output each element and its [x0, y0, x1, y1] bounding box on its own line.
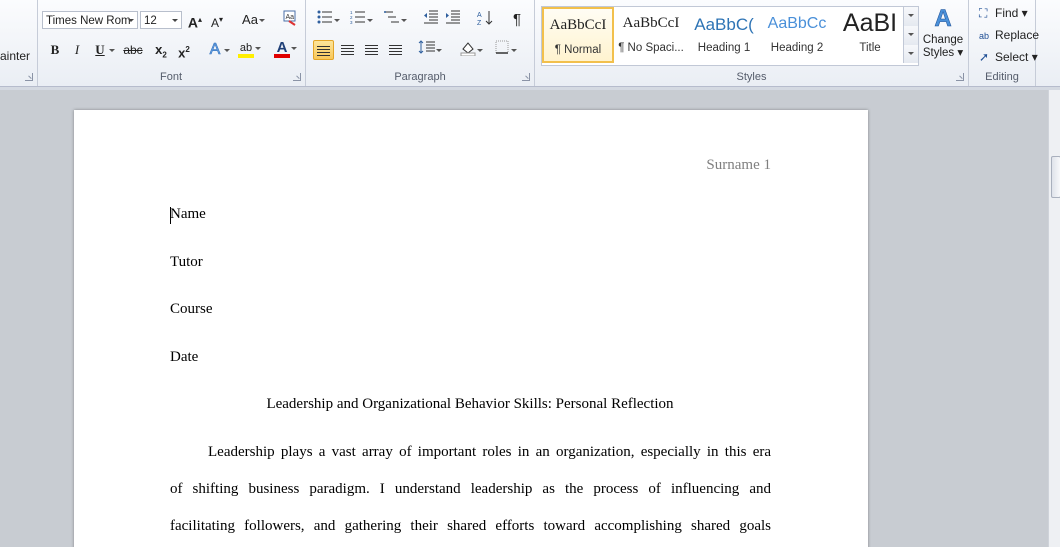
line-spacing-icon[interactable] [417, 40, 442, 60]
paragraph-group: 123 AZ ¶ Paragraph [306, 0, 535, 86]
bullets-icon[interactable] [315, 10, 340, 30]
paragraph-launcher-icon[interactable] [522, 73, 530, 81]
font-size-value: 12 [144, 15, 157, 27]
highlight-swatch [238, 54, 254, 58]
style-title-preview: AaBI [842, 9, 898, 37]
cursor-arrow-icon: ➚ [979, 50, 990, 64]
body-line-2[interactable]: of shifting business paradigm. I underst… [170, 481, 771, 498]
style-no-spacing[interactable]: AaBbCcI ¶ No Spaci... [615, 7, 687, 63]
style-normal[interactable]: AaBbCcI ¶ Normal [542, 7, 614, 63]
body-line-1[interactable]: Leadership plays a vast array of importa… [170, 444, 771, 461]
style-heading-2-preview: AaBbCc [767, 15, 827, 32]
font-launcher-icon[interactable] [293, 73, 301, 81]
change-styles-line1: Change [922, 34, 964, 46]
clear-formatting-icon[interactable]: Aa [280, 9, 300, 29]
style-normal-preview: AaBbCcI [549, 17, 607, 33]
font-name-value: Times New Rom [46, 15, 131, 27]
show-formatting-button[interactable]: ¶ [507, 10, 527, 30]
gallery-more[interactable] [903, 45, 918, 63]
body-line-3[interactable]: facilitating followers, and gathering th… [170, 518, 771, 535]
styles-gallery: AaBbCcI ¶ Normal AaBbCcI ¶ No Spaci... A… [541, 6, 919, 66]
align-center-icon [340, 45, 354, 57]
find-button[interactable]: ⛶ Find ▾ [979, 4, 1028, 22]
replace-button[interactable]: ab Replace [979, 26, 1039, 44]
page-header[interactable]: Surname 1 [706, 157, 771, 174]
font-color-swatch [274, 54, 290, 58]
align-right-button[interactable] [361, 40, 381, 60]
svg-text:Aa: Aa [286, 14, 295, 21]
style-heading-1[interactable]: AaBbC( Heading 1 [688, 7, 760, 63]
paragraph-group-label: Paragraph [394, 71, 446, 83]
justify-icon [388, 45, 402, 57]
sort-icon[interactable]: AZ [475, 10, 495, 30]
change-case-button[interactable]: Aa [240, 10, 265, 30]
document-workspace: Surname 1 Name Tutor Course Date Leaders… [0, 90, 1048, 547]
decrease-indent-icon[interactable] [421, 10, 441, 30]
justify-button[interactable] [385, 40, 405, 60]
align-center-button[interactable] [337, 40, 357, 60]
multilevel-list-icon[interactable] [382, 10, 407, 30]
vertical-scrollbar[interactable] [1048, 90, 1060, 547]
font-name-combo[interactable]: Times New Rom [42, 11, 138, 29]
clipboard-group: ainter [0, 0, 38, 86]
document-title[interactable]: Leadership and Organizational Behavior S… [170, 396, 770, 413]
font-group-label: Font [159, 71, 182, 83]
font-group: Times New Rom 12 A▴ A▾ Aa Aa B I U abc x… [37, 0, 306, 86]
align-right-icon [364, 45, 378, 57]
styles-group-label: Styles [736, 71, 767, 83]
document-page[interactable]: Surname 1 Name Tutor Course Date Leaders… [74, 110, 868, 547]
line-course[interactable]: Course [170, 301, 213, 318]
svg-text:A: A [477, 12, 482, 19]
change-styles-line2: Styles ▾ [922, 47, 964, 59]
shading-icon[interactable] [458, 40, 483, 60]
align-left-button[interactable] [313, 40, 334, 60]
underline-button[interactable]: U [90, 40, 115, 60]
ribbon: ainter Times New Rom 12 A▴ A▾ Aa Aa B I … [0, 0, 1060, 87]
style-title-name: Title [859, 42, 881, 54]
font-color-button[interactable]: A [272, 38, 297, 58]
gallery-scroll-up[interactable] [903, 7, 918, 26]
style-heading-1-preview: AaBbC( [694, 15, 754, 34]
editing-group-label: Editing [985, 71, 1019, 83]
subscript-button[interactable]: x2 [151, 40, 171, 60]
style-no-spacing-preview: AaBbCcI [622, 15, 680, 31]
increase-indent-icon[interactable] [443, 10, 463, 30]
italic-button[interactable]: I [67, 40, 87, 60]
format-painter-button[interactable]: ainter [0, 49, 30, 63]
change-styles-icon: A [934, 5, 952, 33]
font-size-combo[interactable]: 12 [140, 11, 182, 29]
line-name[interactable]: Name [170, 206, 206, 223]
numbering-icon[interactable]: 123 [348, 10, 373, 30]
replace-icon: ab [979, 31, 990, 41]
styles-launcher-icon[interactable] [956, 73, 964, 81]
clipboard-launcher-icon[interactable] [25, 73, 33, 81]
style-heading-2[interactable]: AaBbCc Heading 2 [761, 7, 833, 63]
superscript-button[interactable]: x2 [174, 40, 194, 60]
grow-font-button[interactable]: A▴ [185, 10, 205, 31]
style-no-spacing-name: ¶ No Spaci... [618, 42, 684, 54]
text-effects-button[interactable]: A [205, 40, 230, 60]
shrink-font-button[interactable]: A▾ [207, 10, 227, 30]
line-date[interactable]: Date [170, 349, 198, 366]
line-tutor[interactable]: Tutor [170, 254, 203, 271]
svg-text:3: 3 [350, 20, 353, 24]
style-normal-name: ¶ Normal [554, 44, 602, 56]
bold-button[interactable]: B [45, 40, 65, 60]
binoculars-icon: ⛶ [979, 6, 988, 20]
style-heading-2-name: Heading 2 [770, 42, 824, 54]
strikethrough-button[interactable]: abc [123, 40, 143, 60]
gallery-scroll-down[interactable] [903, 26, 918, 45]
style-heading-1-name: Heading 1 [697, 42, 751, 54]
scrollbar-thumb[interactable] [1051, 156, 1060, 198]
highlight-color-button[interactable]: ab [236, 38, 261, 58]
change-styles-button[interactable]: A Change Styles ▾ [920, 4, 966, 68]
svg-text:Z: Z [477, 20, 482, 26]
style-title[interactable]: AaBI Title [834, 7, 906, 63]
borders-icon[interactable] [492, 40, 517, 60]
select-button[interactable]: ➚ Select ▾ [979, 48, 1038, 66]
align-left-icon [317, 46, 330, 58]
